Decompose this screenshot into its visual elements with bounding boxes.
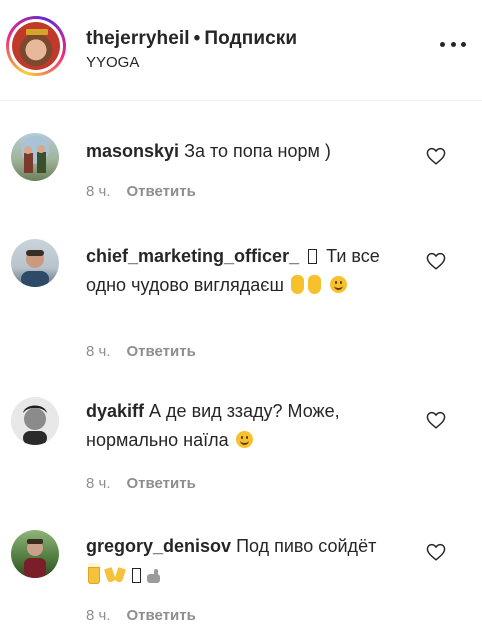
comment-meta: 8 ч. Ответить bbox=[86, 183, 196, 200]
commenter-avatar[interactable] bbox=[11, 397, 59, 445]
like-heart-icon[interactable] bbox=[426, 411, 446, 429]
comment-text: gregory_denisov Под пиво сойдёт bbox=[86, 532, 396, 590]
avatar-photo-banner bbox=[26, 29, 48, 35]
unknown-glyph-icon bbox=[308, 249, 318, 264]
reply-button[interactable]: Ответить bbox=[127, 607, 196, 624]
comment-time[interactable]: 8 ч. bbox=[86, 607, 111, 624]
commenter-avatar[interactable] bbox=[11, 133, 59, 181]
following-button[interactable]: Подписки bbox=[204, 28, 297, 49]
comment-username[interactable]: masonskyi bbox=[86, 141, 179, 161]
comment-time[interactable]: 8 ч. bbox=[86, 475, 111, 492]
smiling-face-icon bbox=[329, 276, 347, 293]
owner-title-line: thejerryheil • Подписки bbox=[86, 28, 297, 50]
comment-username[interactable]: gregory_denisov bbox=[86, 536, 231, 556]
pointing-hand-icon bbox=[147, 569, 163, 583]
waving-hand-icon bbox=[290, 275, 304, 294]
comment-meta: 8 ч. Ответить bbox=[86, 475, 196, 492]
owner-avatar-photo bbox=[12, 22, 60, 70]
comment-meta: 8 ч. Ответить bbox=[86, 343, 196, 360]
avatar-figures bbox=[24, 145, 46, 173]
location-link[interactable]: YYOGA bbox=[86, 54, 139, 71]
clinking-beers-icon bbox=[104, 566, 126, 584]
avatar-figure bbox=[21, 250, 49, 287]
owner-avatar[interactable] bbox=[6, 16, 66, 76]
smiling-face-icon bbox=[235, 431, 253, 448]
waving-hand-icon bbox=[307, 275, 321, 294]
post-header: thejerryheil • Подписки YYOGA bbox=[0, 0, 482, 101]
separator-dot: • bbox=[193, 28, 201, 49]
more-dot bbox=[440, 41, 445, 47]
comment-text: dyakiff А де вид ззаду? Може, нормально … bbox=[86, 397, 396, 455]
more-options-icon[interactable] bbox=[440, 36, 466, 52]
commenter-avatar[interactable] bbox=[11, 530, 59, 578]
comment-time[interactable]: 8 ч. bbox=[86, 183, 111, 200]
comment-meta: 8 ч. Ответить bbox=[86, 607, 196, 624]
avatar-figure bbox=[24, 539, 46, 578]
comment-username[interactable]: chief_marketing_officer_ bbox=[86, 246, 299, 266]
avatar-ring-gap bbox=[9, 19, 63, 73]
like-heart-icon[interactable] bbox=[426, 147, 446, 165]
commenter-avatar[interactable] bbox=[11, 239, 59, 287]
more-dot bbox=[450, 41, 456, 47]
more-dot bbox=[461, 41, 466, 47]
comment-time[interactable]: 8 ч. bbox=[86, 343, 111, 360]
beer-mug-icon bbox=[88, 563, 100, 584]
owner-username-link[interactable]: thejerryheil bbox=[86, 28, 190, 49]
reply-button[interactable]: Ответить bbox=[127, 183, 196, 200]
like-heart-icon[interactable] bbox=[426, 252, 446, 270]
reply-button[interactable]: Ответить bbox=[127, 475, 196, 492]
like-heart-icon[interactable] bbox=[426, 543, 446, 561]
reply-button[interactable]: Ответить bbox=[127, 343, 196, 360]
comment-text: masonskyi За то попа норм ) bbox=[86, 137, 396, 166]
comment-text: chief_marketing_officer_ Ти все одно чуд… bbox=[86, 242, 396, 300]
comment-username[interactable]: dyakiff bbox=[86, 401, 144, 421]
comment-body: За то попа норм ) bbox=[184, 141, 331, 161]
unknown-glyph-icon bbox=[132, 568, 141, 583]
avatar-figure bbox=[11, 397, 59, 445]
comment-body: Под пиво сойдёт bbox=[236, 536, 377, 556]
